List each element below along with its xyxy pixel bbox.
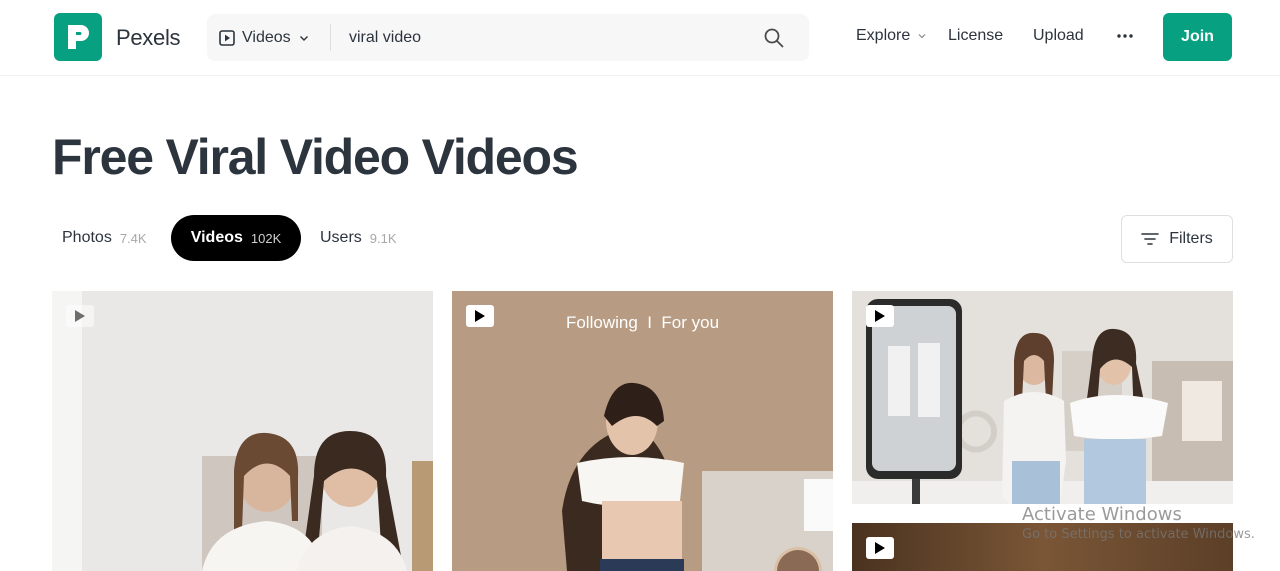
tab-label: Videos <box>190 229 243 246</box>
tab-count: 102K <box>250 230 282 246</box>
search-type-label: Videos <box>242 28 291 46</box>
brand-name[interactable]: Pexels <box>116 25 181 51</box>
video-play-icon <box>219 29 235 46</box>
filters-label: Filters <box>1169 230 1213 247</box>
nav-license[interactable]: License <box>948 27 1003 45</box>
video-play-icon <box>66 305 94 327</box>
filters-button[interactable]: Filters <box>1121 215 1233 263</box>
video-thumbnail[interactable] <box>52 291 433 571</box>
video-thumbnail-image <box>52 291 433 571</box>
video-play-icon <box>866 537 894 559</box>
filter-lines-icon <box>1141 233 1160 245</box>
video-thumbnail-image <box>452 291 833 571</box>
more-dots-icon[interactable] <box>1116 24 1134 48</box>
tab-videos[interactable]: Videos 102K <box>171 215 301 261</box>
video-thumbnail-image <box>852 523 1233 571</box>
chevron-down-icon <box>299 35 308 41</box>
nav-upload[interactable]: Upload <box>1033 27 1084 45</box>
tab-label: Users <box>320 229 362 246</box>
search-divider <box>330 24 331 51</box>
video-thumbnail-image <box>852 291 1233 504</box>
tab-users[interactable]: Users 9.1K <box>310 215 407 261</box>
search-input[interactable] <box>339 22 759 53</box>
video-overlay-text: Following I For you <box>565 313 720 332</box>
logo-p-icon <box>68 25 89 49</box>
chevron-down-icon <box>918 34 926 39</box>
tab-label: Photos <box>62 229 112 246</box>
search-icon[interactable] <box>762 26 786 50</box>
video-thumbnail[interactable] <box>852 291 1233 504</box>
top-navigation-bar: Pexels Videos Explore License Upload Joi… <box>0 0 1280 76</box>
tab-count: 9.1K <box>369 230 397 246</box>
search-bar: Videos <box>207 14 809 61</box>
watermark-title: Activate Windows <box>1022 504 1182 525</box>
video-thumbnail[interactable] <box>852 523 1233 571</box>
video-thumbnail[interactable]: Following I For you <box>452 291 833 571</box>
tab-photos[interactable]: Photos 7.4K <box>52 215 157 261</box>
nav-explore-label: Explore <box>856 27 911 44</box>
video-play-icon <box>866 305 894 327</box>
pexels-logo-icon[interactable] <box>54 13 102 61</box>
tab-count: 7.4K <box>119 230 147 246</box>
nav-explore[interactable]: Explore <box>856 27 927 45</box>
join-button[interactable]: Join <box>1163 13 1232 61</box>
page-title: Free Viral Video Videos <box>52 129 579 185</box>
search-type-dropdown[interactable]: Videos <box>219 14 310 61</box>
